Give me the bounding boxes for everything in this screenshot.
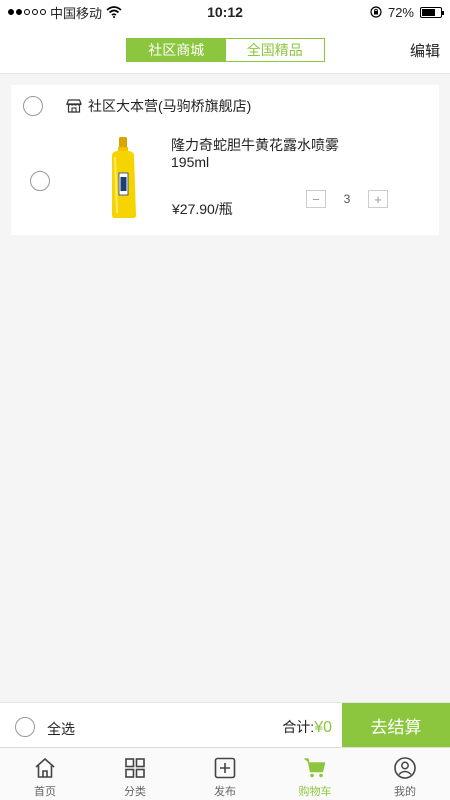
tab-profile[interactable]: 我的 xyxy=(360,748,450,800)
store-header: 社区大本营(马驹桥旗舰店) xyxy=(23,95,427,117)
checkout-button[interactable]: 去结算 xyxy=(342,703,450,748)
checkout-bar: 全选 合计: ¥0 去结算 xyxy=(0,702,450,748)
status-left: 中国移动 xyxy=(8,3,122,22)
total-label: 合计: xyxy=(282,719,315,735)
store-card: 社区大本营(马驹桥旗舰店) 隆力奇蛇胆牛黄花露水喷雾195ml ¥27.90/瓶… xyxy=(11,85,439,235)
edit-button[interactable]: 编辑 xyxy=(410,40,440,61)
tab-home-label: 首页 xyxy=(34,786,56,798)
item-select-radio[interactable] xyxy=(30,171,50,191)
orientation-lock-icon xyxy=(370,6,382,18)
total-amount: ¥0 xyxy=(314,719,332,736)
battery-percent: 72% xyxy=(387,4,414,20)
tab-category-label: 分类 xyxy=(124,786,146,798)
tab-home[interactable]: 首页 xyxy=(0,748,90,800)
grid-icon xyxy=(125,758,145,778)
increase-quantity-button[interactable]: + xyxy=(368,190,388,208)
home-icon xyxy=(35,758,55,778)
select-all-label[interactable]: 全选 xyxy=(47,719,75,739)
status-bar: 中国移动 10:12 72% xyxy=(0,0,450,24)
store-select-radio[interactable] xyxy=(23,96,43,116)
tab-bar: 首页 分类 发布 购物车 我的 xyxy=(0,747,450,800)
total: 合计: ¥0 xyxy=(282,717,332,737)
tab-category[interactable]: 分类 xyxy=(90,748,180,800)
status-right: 72% xyxy=(370,4,444,20)
mall-segment-control: 社区商城 全国精品 xyxy=(126,38,325,62)
tab-profile-label: 我的 xyxy=(394,786,416,798)
decrease-quantity-button[interactable]: − xyxy=(306,190,326,208)
product-title[interactable]: 隆力奇蛇胆牛黄花露水喷雾195ml xyxy=(171,137,351,171)
quantity-value[interactable]: 3 xyxy=(326,192,368,206)
tab-community-mall[interactable]: 社区商城 xyxy=(127,39,226,61)
user-icon xyxy=(394,757,416,779)
cart-icon xyxy=(304,758,326,778)
product-image[interactable] xyxy=(97,137,151,219)
tab-publish-label: 发布 xyxy=(214,786,236,798)
tab-publish[interactable]: 发布 xyxy=(180,748,270,800)
battery-level xyxy=(422,8,435,16)
tab-cart-label: 购物车 xyxy=(298,786,332,798)
battery-icon xyxy=(420,6,444,18)
quantity-stepper: − 3 + xyxy=(306,190,388,208)
store-icon xyxy=(66,99,82,113)
wifi-icon xyxy=(106,6,122,18)
tab-cart[interactable]: 购物车 xyxy=(270,748,360,800)
tab-national-selection[interactable]: 全国精品 xyxy=(226,39,325,61)
product-price: ¥27.90/瓶 xyxy=(172,201,233,217)
store-name[interactable]: 社区大本营(马驹桥旗舰店) xyxy=(88,96,251,116)
plus-square-icon xyxy=(214,757,236,779)
header: 社区商城 全国精品 编辑 xyxy=(0,24,450,74)
carrier-name: 中国移动 xyxy=(50,5,103,21)
select-all-radio[interactable] xyxy=(15,717,35,737)
signal-icon xyxy=(8,9,46,15)
